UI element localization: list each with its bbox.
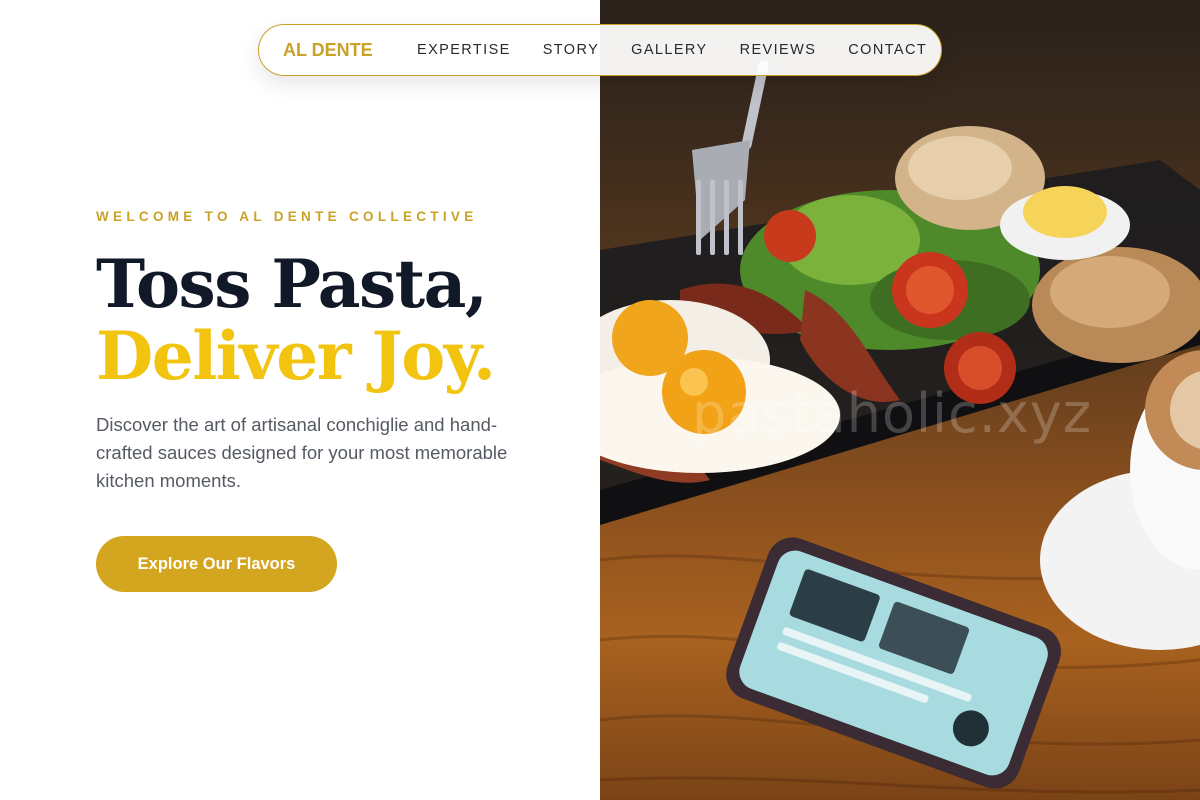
image-watermark: pastaholic.xyz: [692, 382, 1093, 445]
hero-image: pastaholic.xyz: [600, 0, 1200, 800]
nav-link-reviews[interactable]: REVIEWS: [740, 42, 817, 58]
nav-link-contact[interactable]: CONTACT: [848, 42, 927, 58]
hero-headline: Toss Pasta, Deliver Joy.: [96, 245, 496, 395]
hero-description: Discover the art of artisanal conchiglie…: [96, 414, 508, 491]
nav-link-expertise[interactable]: EXPERTISE: [417, 42, 511, 58]
explore-flavors-button[interactable]: Explore Our Flavors: [96, 536, 337, 592]
nav-link-gallery[interactable]: GALLERY: [631, 42, 707, 58]
smartphone: [726, 537, 1061, 789]
headline-line-1: Toss Pasta,: [96, 245, 488, 323]
brand-logo[interactable]: AL DENTE: [283, 25, 373, 75]
nav-links: EXPERTISE STORY GALLERY REVIEWS CONTACT: [417, 25, 927, 75]
top-navigation: AL DENTE EXPERTISE STORY GALLERY REVIEWS…: [258, 24, 942, 76]
nav-link-story[interactable]: STORY: [543, 42, 599, 58]
headline-line-2: Deliver Joy.: [96, 317, 496, 395]
hero-eyebrow: WELCOME TO AL DENTE COLLECTIVE: [96, 209, 478, 224]
